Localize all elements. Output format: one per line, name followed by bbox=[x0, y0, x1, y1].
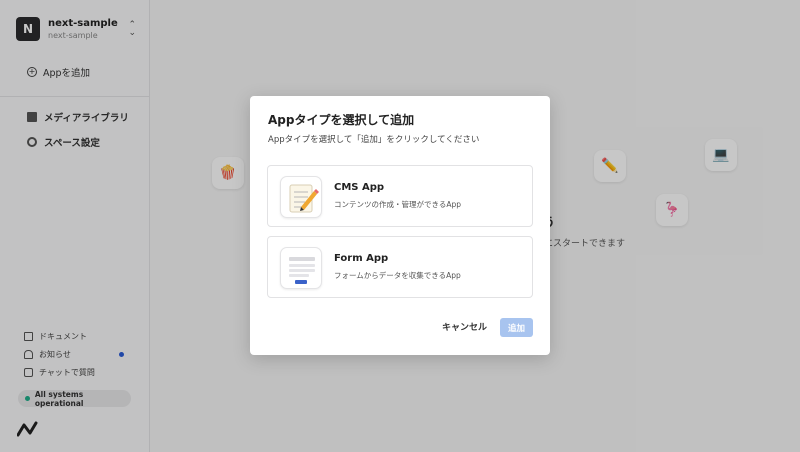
pencil-notepad-icon bbox=[280, 176, 322, 218]
cms-app-option[interactable]: CMS App コンテンツの作成・管理ができるApp bbox=[267, 165, 533, 227]
form-app-option[interactable]: Form App フォームからデータを収集できるApp bbox=[267, 236, 533, 298]
cancel-button[interactable]: キャンセル bbox=[442, 320, 487, 333]
cms-app-description: コンテンツの作成・管理ができるApp bbox=[334, 200, 462, 209]
modal-description: Appタイプを選択して「追加」をクリックしてください bbox=[268, 135, 480, 145]
form-icon bbox=[280, 247, 322, 289]
cms-app-title: CMS App bbox=[334, 182, 385, 193]
form-app-title: Form App bbox=[334, 253, 389, 264]
add-button[interactable]: 追加 bbox=[500, 318, 533, 337]
select-app-type-modal: Appタイプを選択して追加 Appタイプを選択して「追加」をクリックしてください… bbox=[250, 96, 550, 355]
modal-title: Appタイプを選択して追加 bbox=[268, 113, 415, 127]
form-app-description: フォームからデータを収集できるApp bbox=[334, 271, 461, 280]
